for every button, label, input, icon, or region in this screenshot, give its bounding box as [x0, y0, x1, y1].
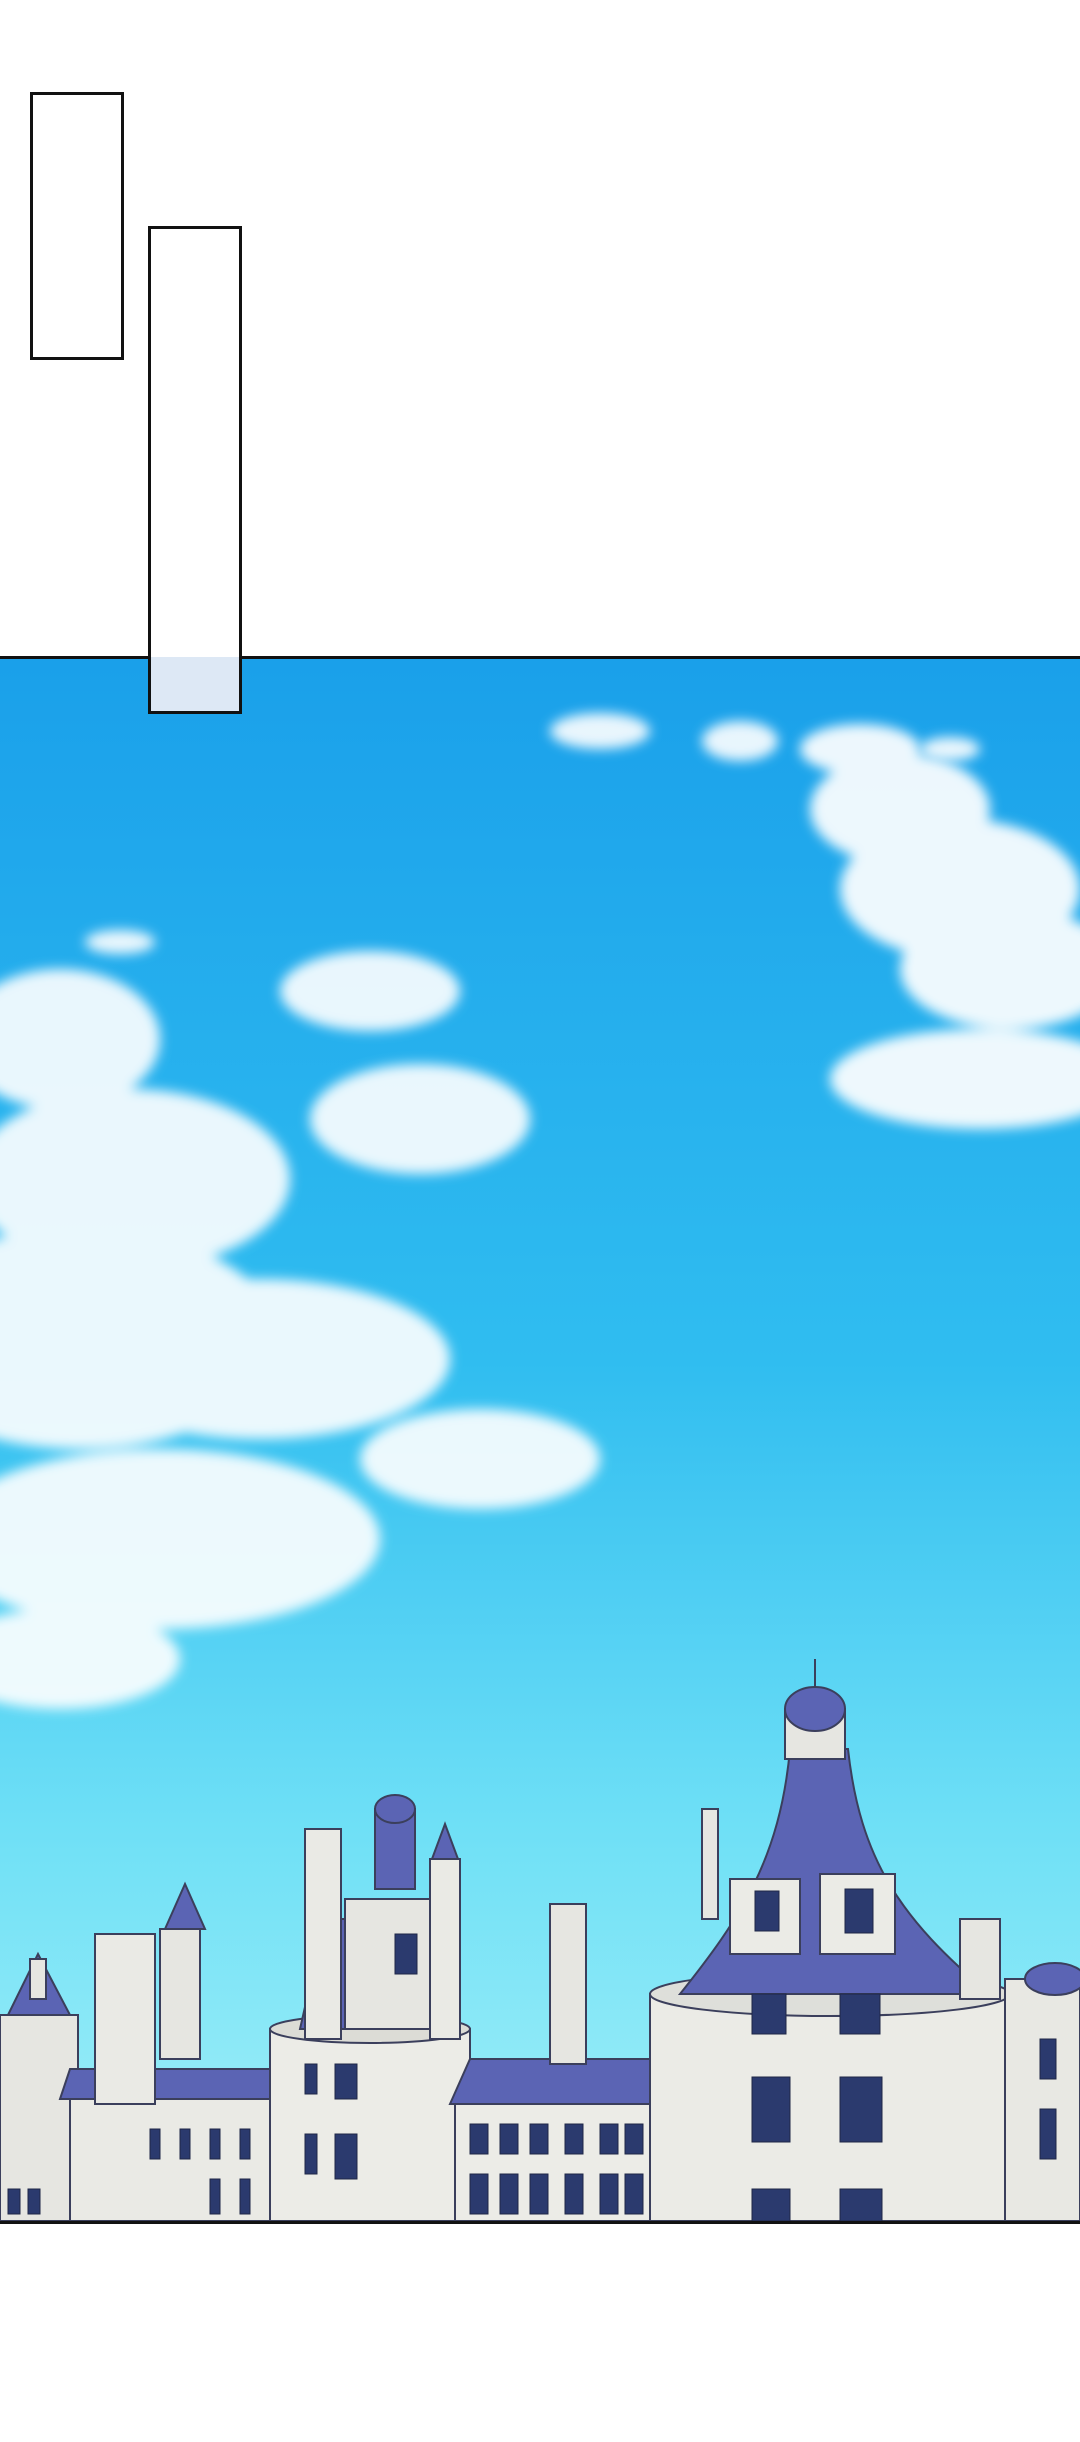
caption-box	[30, 92, 124, 360]
comic-page	[0, 0, 1080, 2442]
caption-box	[148, 226, 242, 714]
panel-illustration	[0, 659, 1080, 2221]
sky-castle-panel	[0, 656, 1080, 2224]
